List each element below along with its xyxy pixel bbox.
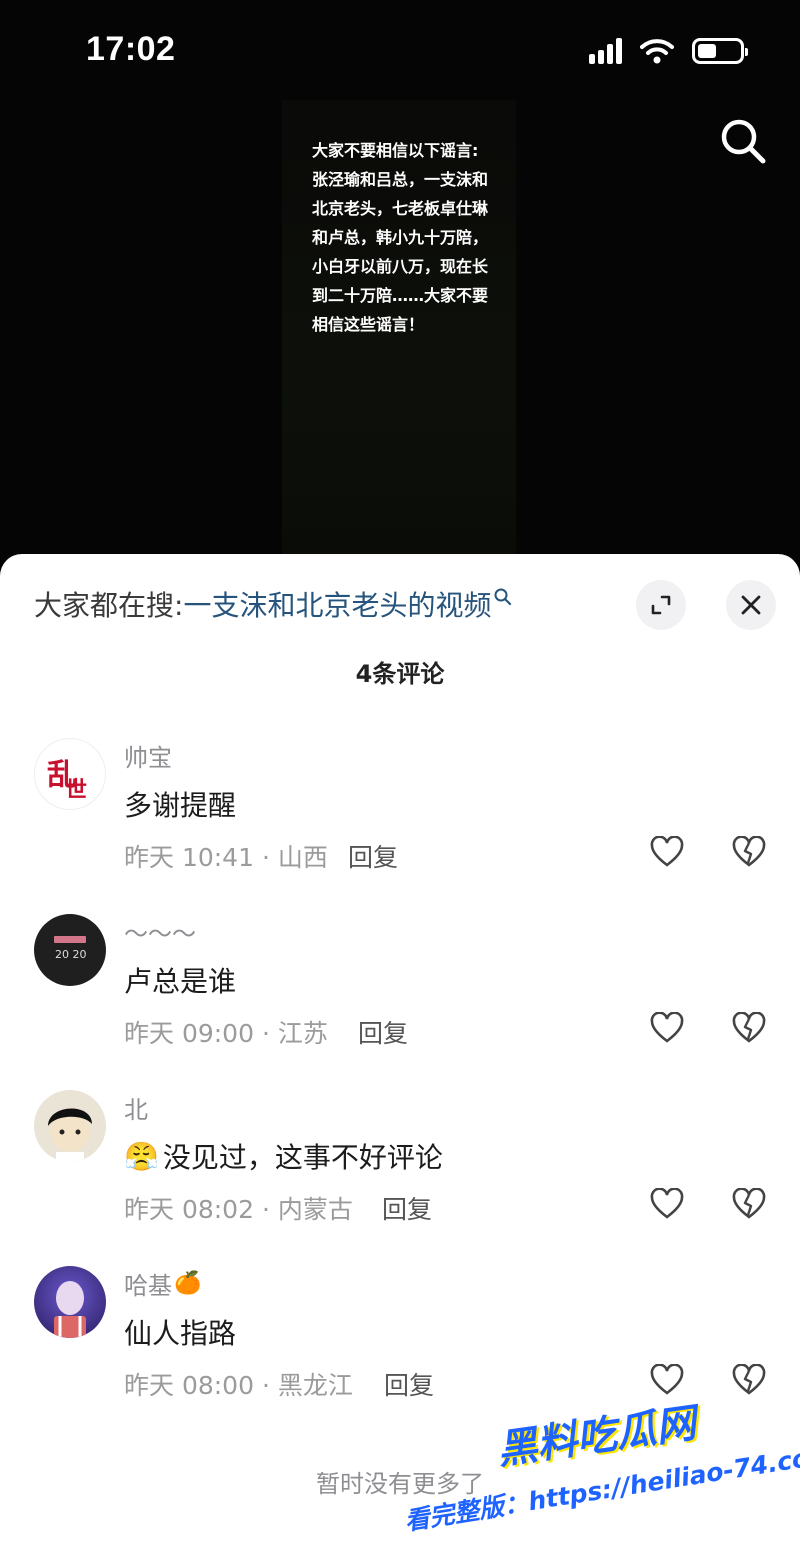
search-suggestion-prefix: 大家都在搜: xyxy=(34,589,184,622)
comment-item: 20 20 ～～～ 卢总是谁 昨天 09:00 · 江苏 回复 xyxy=(0,914,800,1064)
comment-author-row: 哈基 🍊 xyxy=(124,1266,201,1301)
comment-text: 没见过，这事不好评论 xyxy=(162,1141,443,1174)
reply-button[interactable]: 回复 xyxy=(382,1190,432,1226)
comment-text: 多谢提醒 xyxy=(124,789,237,822)
comment-author[interactable]: 帅宝 xyxy=(124,738,172,773)
comment-author[interactable]: 北 xyxy=(124,1090,148,1125)
svg-text:20 20: 20 20 xyxy=(55,948,87,961)
bald-character-avatar-icon xyxy=(54,1281,86,1338)
comment-time-location: 昨天 08:00 · 黑龙江 xyxy=(124,1371,353,1400)
no-more-text: 暂时没有更多了 xyxy=(316,1470,484,1498)
comment-text-row: 😤 没见过，这事不好评论 xyxy=(124,1136,443,1176)
comment-text: 卢总是谁 xyxy=(124,965,237,998)
search-suggestion-link[interactable]: 一支沫和北京老头的视频 xyxy=(183,584,491,624)
close-button[interactable] xyxy=(726,580,776,630)
broken-heart-icon[interactable] xyxy=(732,836,766,868)
comment-item: 哈基 🍊 仙人指路 昨天 08:00 · 黑龙江 回复 xyxy=(0,1266,800,1416)
cartoon-boy-avatar-icon xyxy=(48,1108,92,1162)
heart-icon[interactable] xyxy=(650,836,684,868)
expand-button[interactable] xyxy=(636,580,686,630)
reply-button[interactable]: 回复 xyxy=(384,1366,434,1402)
expand-icon xyxy=(651,595,671,615)
battery-fill xyxy=(698,44,716,58)
battery-icon xyxy=(692,38,748,64)
comment-author[interactable]: 哈基 xyxy=(124,1266,172,1301)
heart-icon[interactable] xyxy=(650,1364,684,1396)
broken-heart-icon[interactable] xyxy=(732,1188,766,1220)
svg-text:世: 世 xyxy=(65,777,87,803)
comment-text: 仙人指路 xyxy=(124,1317,237,1350)
comment-time-location: 昨天 10:41 · 山西 xyxy=(124,843,328,872)
cellular-signal-icon xyxy=(589,38,622,64)
wifi-icon xyxy=(640,39,674,64)
search-icon xyxy=(494,588,512,606)
orange-emoji-icon: 🍊 xyxy=(174,1271,202,1296)
emoji-icon: 😤 xyxy=(124,1139,159,1173)
heart-icon[interactable] xyxy=(650,1012,684,1044)
avatar[interactable]: 20 20 xyxy=(34,914,106,986)
comment-item: 北 😤 没见过，这事不好评论 昨天 08:02 · 内蒙古 回复 xyxy=(0,1090,800,1240)
video-player[interactable]: 17:02 大家不要相信以下谣言:张泾瑜和吕总，一支沫和北京老头，七老板卓仕琳和… xyxy=(0,0,800,560)
status-icons xyxy=(589,38,748,64)
search-icon[interactable] xyxy=(718,116,768,166)
close-icon xyxy=(741,595,761,615)
search-suggestion[interactable]: 大家都在搜: 一支沫和北京老头的视频 xyxy=(34,584,513,624)
comment-author[interactable]: ～～～ xyxy=(124,914,196,949)
reply-button[interactable]: 回复 xyxy=(358,1014,408,1050)
avatar[interactable] xyxy=(34,1090,106,1162)
reply-button[interactable]: 回复 xyxy=(348,838,398,874)
comment-sheet: 大家都在搜: 一支沫和北京老头的视频 4条评论 乱 世 帅宝 多谢提醒 昨天 1… xyxy=(0,554,800,1562)
dark-2020-avatar-icon: 20 20 xyxy=(54,936,87,961)
video-caption: 大家不要相信以下谣言:张泾瑜和吕总，一支沫和北京老头，七老板卓仕琳和卢总，韩小九… xyxy=(312,141,489,334)
status-time: 17:02 xyxy=(86,30,176,68)
avatar[interactable] xyxy=(34,1266,106,1338)
avatar[interactable]: 乱 世 xyxy=(34,738,106,810)
comment-count: 4条评论 xyxy=(355,660,445,688)
comment-item: 乱 世 帅宝 多谢提醒 昨天 10:41 · 山西 回复 xyxy=(0,738,800,888)
heart-icon[interactable] xyxy=(650,1188,684,1220)
broken-heart-icon[interactable] xyxy=(732,1364,766,1396)
comment-time-location: 昨天 08:02 · 内蒙古 xyxy=(124,1195,353,1224)
calligraphy-avatar-icon: 乱 世 xyxy=(47,758,87,803)
comment-time-location: 昨天 09:00 · 江苏 xyxy=(124,1019,328,1048)
broken-heart-icon[interactable] xyxy=(732,1012,766,1044)
